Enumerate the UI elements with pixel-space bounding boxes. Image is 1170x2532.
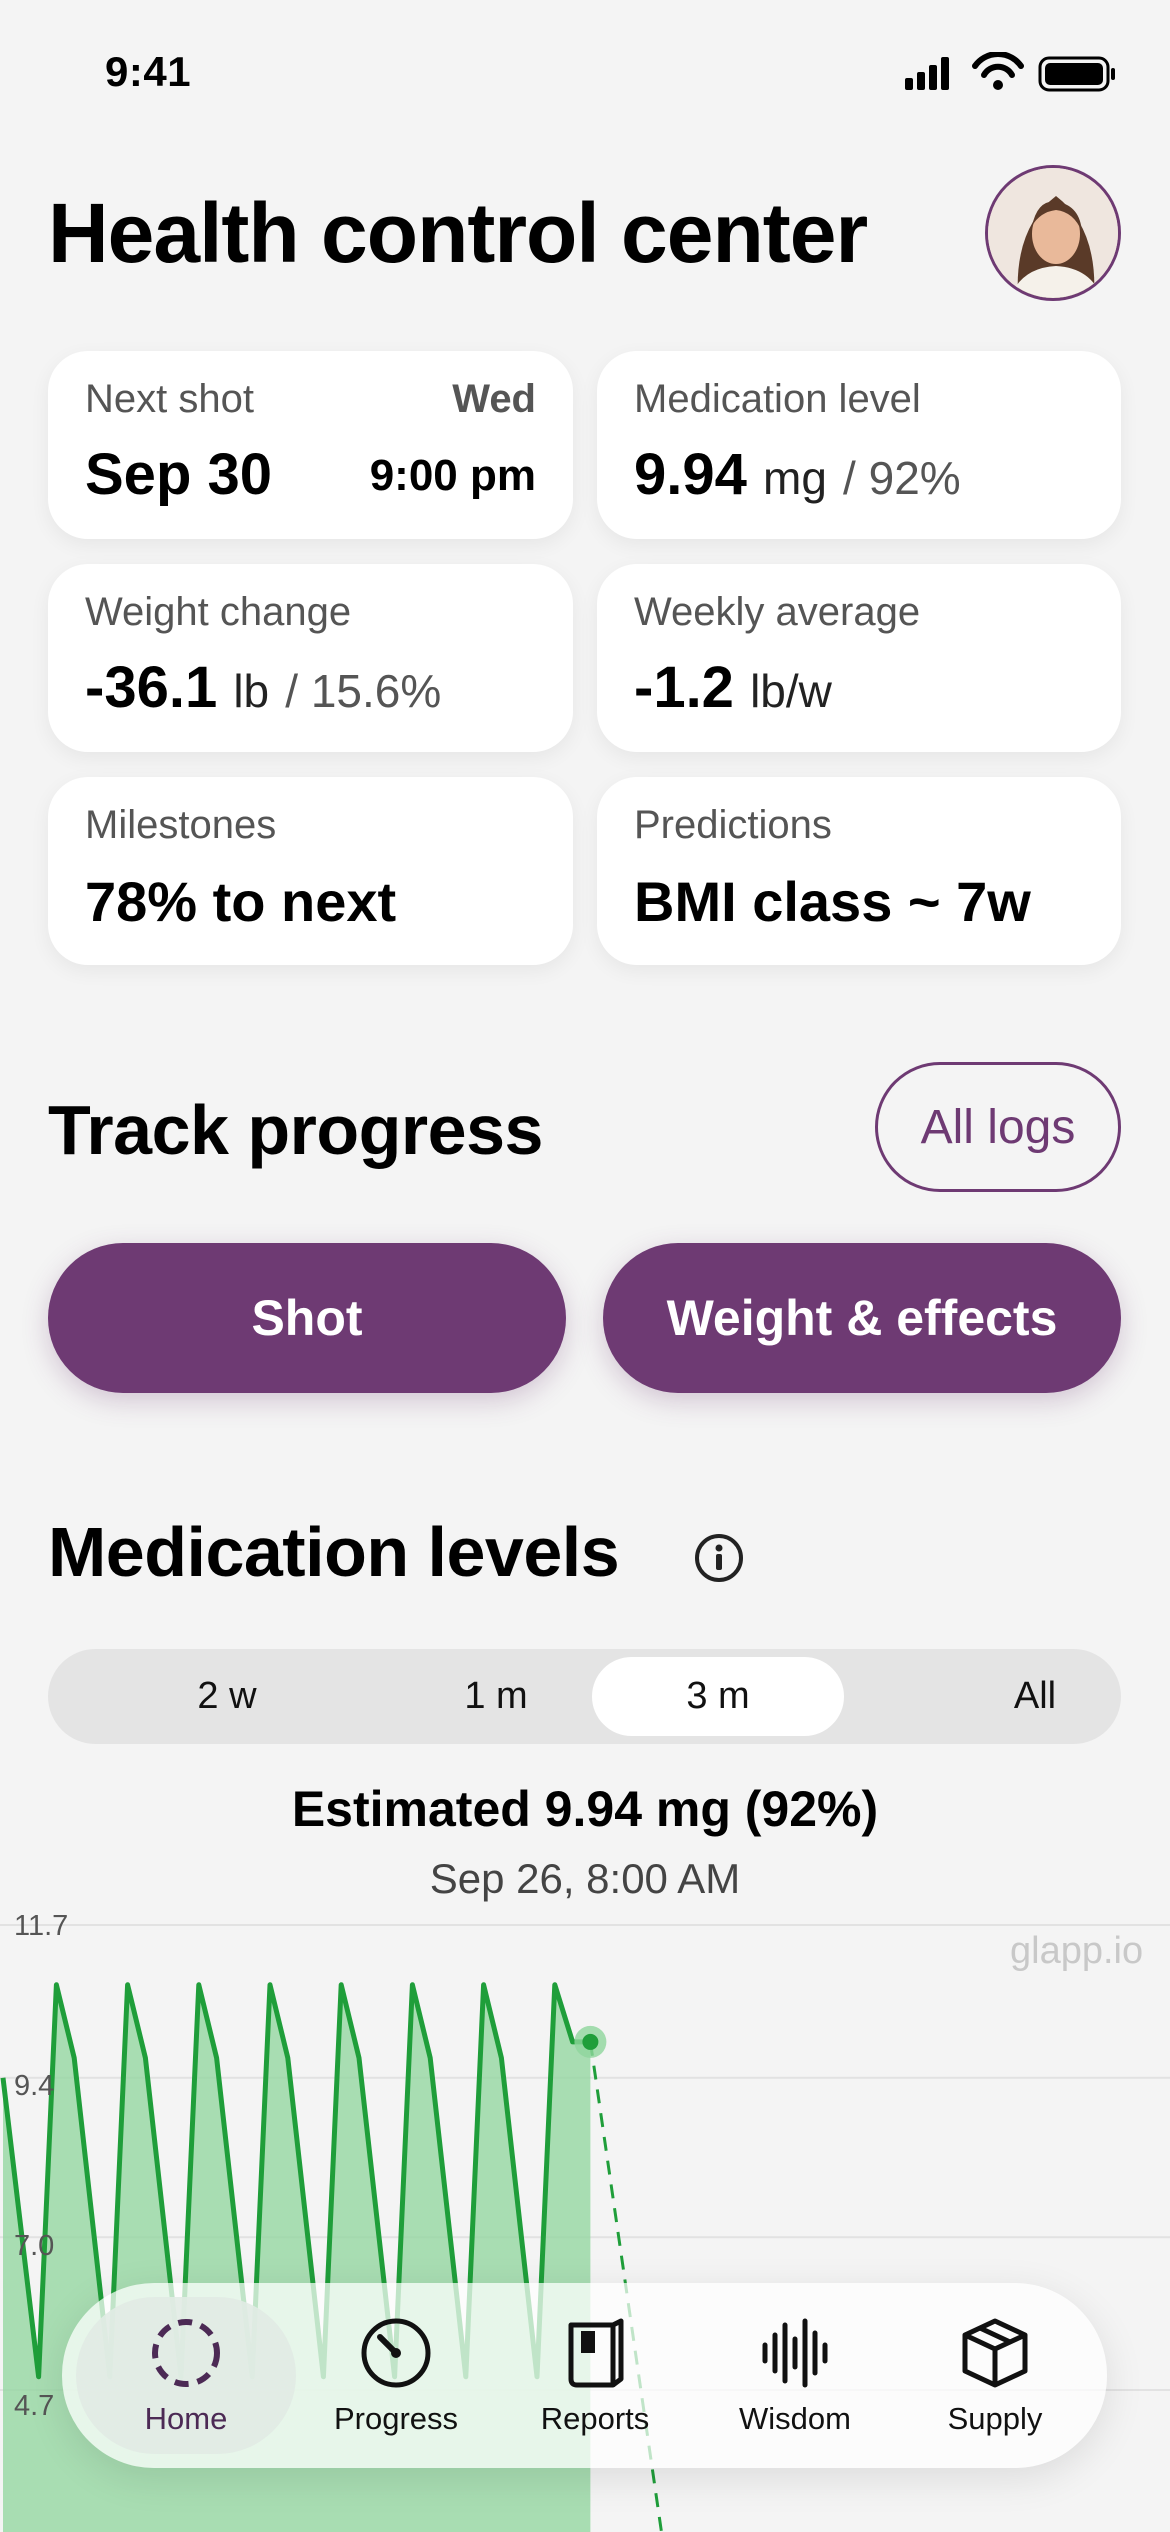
ytick-label: 7.0	[14, 2230, 55, 2262]
medication-level-unit: mg	[763, 452, 827, 504]
tab-home-label: Home	[144, 2400, 228, 2436]
range-all[interactable]: All	[909, 1649, 1161, 1744]
tab-reports[interactable]: Reports	[505, 2283, 685, 2468]
tab-bar: Home Progress Reports Wisdom Supply	[62, 2283, 1107, 2468]
next-shot-day: Wed	[452, 377, 536, 421]
medication-level-number: 9.94	[634, 442, 747, 507]
track-progress-title: Track progress	[48, 1091, 543, 1169]
weight-change-card[interactable]: Weight change -36.1 lb / 15.6%	[48, 564, 573, 752]
milestones-value: 78% to next	[85, 870, 397, 933]
weekly-average-number: -1.2	[634, 655, 734, 720]
medication-level-percent: / 92%	[843, 452, 961, 504]
predictions-label: Predictions	[634, 803, 832, 847]
next-shot-label: Next shot	[85, 377, 254, 421]
medication-level-value: 9.94 mg / 92%	[634, 441, 961, 508]
watermark: glapp.io	[1010, 1930, 1144, 1972]
weekly-average-card[interactable]: Weekly average -1.2 lb/w	[597, 564, 1121, 752]
next-shot-card[interactable]: Next shot Wed Sep 30 9:00 pm	[48, 351, 573, 539]
medication-level-card[interactable]: Medication level 9.94 mg / 92%	[597, 351, 1121, 539]
milestones-card[interactable]: Milestones 78% to next	[48, 777, 573, 965]
weekly-average-value: -1.2 lb/w	[634, 654, 832, 721]
gauge-icon	[361, 2318, 431, 2387]
milestones-label: Milestones	[85, 803, 277, 847]
status-icons	[900, 51, 1120, 94]
page-title: Health control center	[48, 186, 868, 280]
predictions-card[interactable]: Predictions BMI class ~ 7w	[597, 777, 1121, 965]
home-ring-icon	[152, 2318, 220, 2387]
box-icon	[962, 2318, 1028, 2387]
tab-supply-label: Supply	[947, 2400, 1043, 2436]
weekly-average-unit: lb/w	[750, 665, 832, 717]
next-shot-time: 9:00 pm	[369, 451, 536, 500]
estimate-timestamp: Sep 26, 8:00 AM	[429, 1855, 741, 1902]
range-2w[interactable]: 2 w	[101, 1649, 353, 1744]
weight-change-unit: lb	[233, 665, 270, 717]
range-selector: 2 w 1 m 3 m All	[48, 1649, 1121, 1744]
weight-change-value: -36.1 lb / 15.6%	[85, 654, 441, 721]
book-icon	[568, 2318, 624, 2387]
info-icon[interactable]	[693, 1532, 745, 1584]
avatar[interactable]	[985, 165, 1121, 301]
tab-wisdom-label: Wisdom	[739, 2400, 851, 2436]
medication-levels-title: Medication levels	[48, 1513, 620, 1591]
range-1m[interactable]: 1 m	[370, 1649, 622, 1744]
tab-progress[interactable]: Progress	[306, 2283, 486, 2468]
ytick-label: 11.7	[14, 1910, 69, 1942]
tab-supply[interactable]: Supply	[905, 2283, 1085, 2468]
medication-level-label: Medication level	[634, 377, 921, 421]
current-point[interactable]	[582, 2033, 599, 2050]
status-time: 9:41	[105, 48, 192, 95]
waveform-icon	[762, 2318, 828, 2387]
weight-change-label: Weight change	[85, 590, 352, 634]
range-3m[interactable]: 3 m	[592, 1657, 844, 1736]
tab-home[interactable]: Home	[76, 2297, 296, 2454]
estimate-text: Estimated 9.94 mg (92%)	[291, 1781, 879, 1837]
tab-reports-label: Reports	[540, 2400, 650, 2436]
tab-progress-label: Progress	[333, 2400, 459, 2436]
next-shot-date: Sep 30	[85, 442, 272, 507]
all-logs-button[interactable]: All logs	[875, 1062, 1121, 1192]
predictions-value: BMI class ~ 7w	[634, 870, 1031, 933]
tab-wisdom[interactable]: Wisdom	[705, 2283, 885, 2468]
weight-change-number: -36.1	[85, 655, 218, 720]
profile-photo-icon	[988, 168, 1118, 298]
ytick-label: 9.4	[14, 2070, 55, 2102]
ytick-label: 4.7	[14, 2390, 55, 2422]
weight-effects-button[interactable]: Weight & effects	[603, 1243, 1121, 1393]
shot-button[interactable]: Shot	[48, 1243, 566, 1393]
signal-wifi-battery-icon	[905, 51, 1115, 92]
weight-change-percent: / 15.6%	[285, 665, 442, 717]
weekly-average-label: Weekly average	[634, 590, 921, 634]
